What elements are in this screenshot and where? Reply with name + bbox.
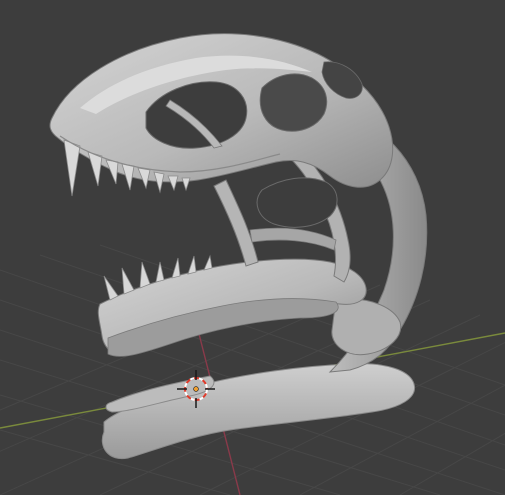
viewport-canvas[interactable] [0, 0, 505, 495]
mid-brace [249, 227, 337, 251]
temporal-opening [259, 73, 328, 132]
origin-dot [193, 386, 199, 392]
3d-viewport[interactable] [0, 0, 505, 495]
jaw-opening [256, 177, 338, 228]
base-plate [101, 363, 415, 460]
cheek-strut [213, 179, 259, 267]
skull-model[interactable] [49, 33, 428, 460]
